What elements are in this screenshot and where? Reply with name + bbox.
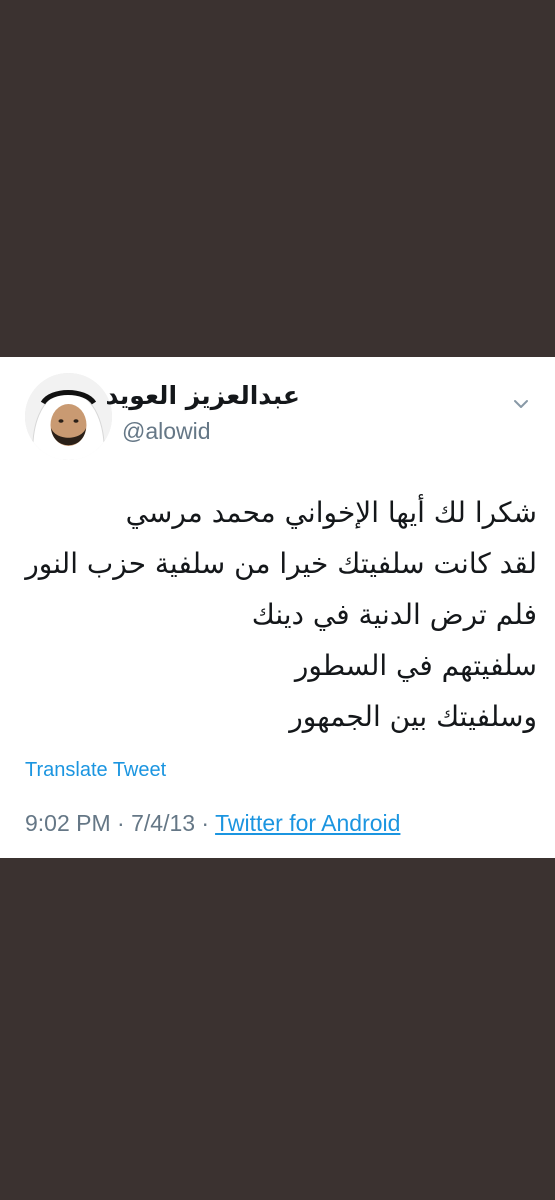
user-handle[interactable]: @alowid [122,418,211,445]
source-link[interactable]: Twitter for Android [215,810,400,836]
tweet-text-line: فلم ترض الدنية في دينك [251,598,537,631]
chevron-down-icon[interactable] [510,393,532,415]
tweet-meta: 9:02 PM · 7/4/13 · Twitter for Android [25,810,400,837]
display-name[interactable]: عبدالعزيز العويد [105,381,300,410]
tweet-text-line: سلفيتهم في السطور [294,649,537,682]
avatar[interactable] [25,373,112,460]
translate-tweet-link[interactable]: Translate Tweet [25,759,166,782]
tweet-text-line: شكرا لك أيها الإخواني محمد مرسي [125,496,537,529]
tweet-text-line: وسلفيتك بين الجمهور [289,700,537,733]
timestamp[interactable]: 9:02 PM · 7/4/13 · [25,810,215,836]
tweet-text: شكرا لك أيها الإخواني محمد مرسي لقد كانت… [17,487,537,742]
avatar-image [25,373,112,460]
tweet-text-line: لقد كانت سلفيتك خيرا من سلفية حزب النور [25,547,537,580]
tweet-card: عبدالعزيز العويد @alowid شكرا لك أيها ال… [0,357,555,858]
